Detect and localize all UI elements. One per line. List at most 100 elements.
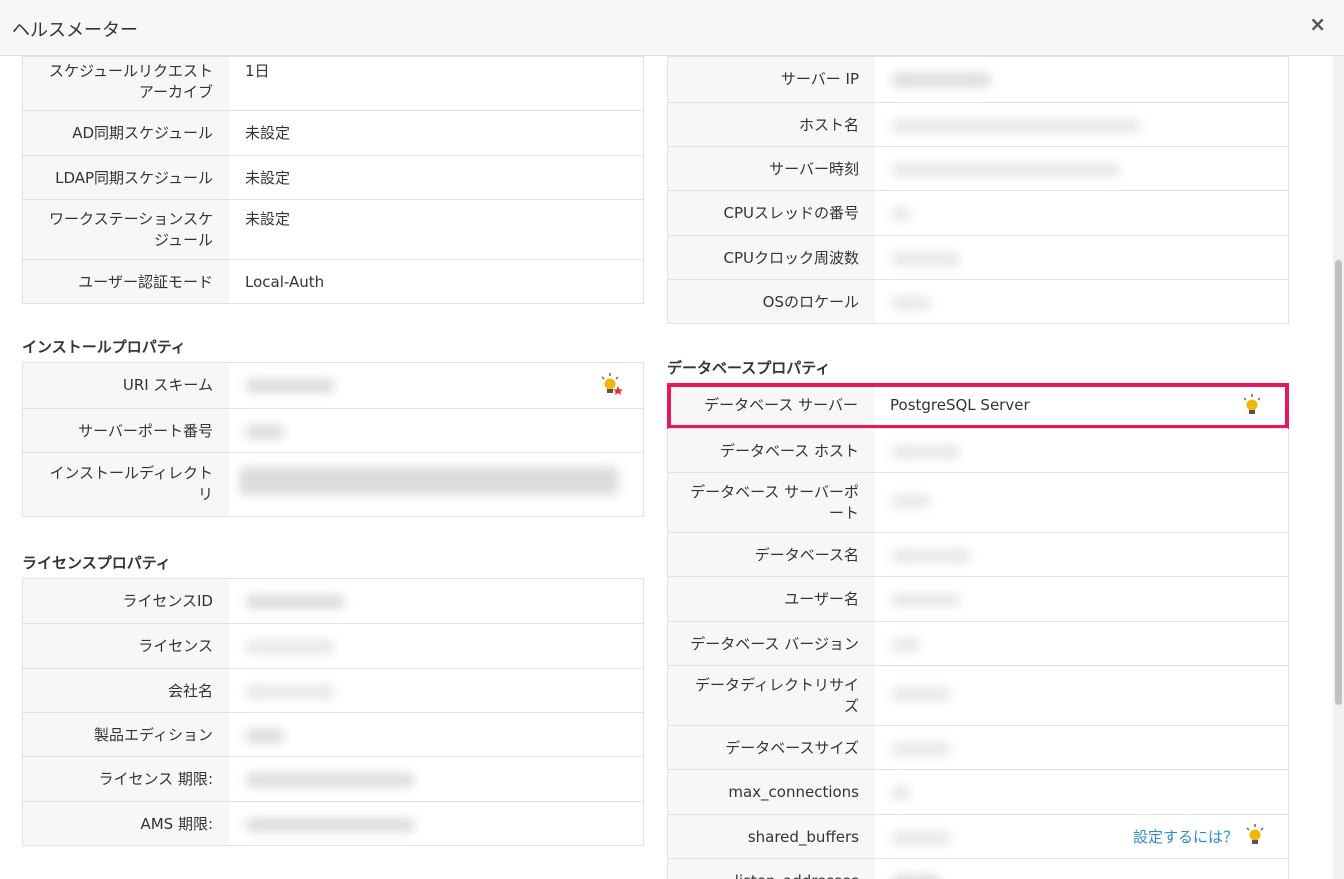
row-value: 未設定 — [245, 124, 291, 142]
row-value — [875, 622, 1288, 665]
scrollbar-thumb[interactable] — [1335, 260, 1342, 705]
row-value: 1日 — [245, 62, 270, 80]
row-value — [229, 624, 643, 668]
redacted-value — [891, 251, 961, 266]
redacted-value — [891, 592, 961, 607]
redacted-value — [891, 493, 931, 508]
row-label: ライセンス 期限: — [23, 757, 229, 801]
table-row: ライセンス 期限: — [23, 756, 643, 801]
install-properties-table: URI スキーム サーバーポート番号 インストールディレクト リ — [22, 362, 644, 517]
table-row: AD同期スケジュール 未設定 — [23, 110, 643, 155]
dialog-header: ヘルスメーター × — [0, 0, 1344, 56]
redacted-value — [891, 118, 1141, 133]
row-label: AD同期スケジュール — [23, 111, 229, 155]
row-label: ユーザー名 — [668, 577, 875, 621]
row-label: データベース サーバーポ ート — [668, 473, 875, 532]
lightbulb-icon[interactable] — [1241, 393, 1263, 419]
table-row: データベース サーバーポ ート — [668, 472, 1288, 532]
row-label: サーバー IP — [668, 57, 875, 102]
row-value: 設定するには？ — [875, 815, 1288, 858]
redacted-value — [245, 817, 415, 832]
row-value — [875, 666, 1288, 725]
license-properties-title: ライセンスプロパティ — [22, 554, 171, 572]
how-to-configure-link[interactable]: 設定するには？ — [1133, 827, 1238, 848]
redacted-value — [245, 639, 335, 654]
table-row: CPUクロック周波数 — [668, 235, 1288, 279]
row-label: URI スキーム — [23, 363, 229, 408]
table-row: OSのロケール — [668, 279, 1288, 323]
table-row: インストールディレクト リ — [23, 452, 643, 516]
row-label: 製品エディション — [23, 713, 229, 756]
database-server-value: PostgreSQL Server — [890, 396, 1030, 414]
row-value: 未設定 — [245, 210, 291, 228]
row-value — [229, 802, 643, 845]
row-label: OSのロケール — [668, 280, 875, 323]
row-label: データベース バージョン — [668, 622, 875, 665]
row-value — [229, 669, 643, 712]
redacted-value — [891, 444, 961, 459]
row-label: スケジュールリクエスト アーカイブ — [23, 57, 229, 110]
redacted-value — [891, 874, 941, 879]
row-label: データベース ホスト — [668, 429, 875, 472]
row-value — [229, 363, 643, 408]
row-value — [875, 57, 1288, 102]
row-label: CPUスレッドの番号 — [668, 191, 875, 235]
table-row: 製品エディション — [23, 712, 643, 756]
row-value — [875, 103, 1288, 146]
table-row: CPUスレッドの番号 — [668, 190, 1288, 235]
table-row: ホスト名 — [668, 102, 1288, 146]
table-row: サーバー IP — [668, 57, 1288, 102]
redacted-value — [891, 548, 971, 563]
row-label: データベースサイズ — [668, 726, 875, 769]
redacted-value — [891, 162, 1121, 177]
scrollbar[interactable] — [1333, 56, 1344, 879]
row-label: サーバーポート番号 — [23, 409, 229, 452]
row-label: max_connections — [668, 770, 875, 814]
redacted-value — [891, 206, 911, 221]
row-label: ホスト名 — [668, 103, 875, 146]
close-icon[interactable]: × — [1309, 12, 1326, 36]
redacted-value — [891, 741, 951, 756]
table-row: ワークステーションスケ ジュール 未設定 — [23, 199, 643, 259]
table-row: データベース バージョン — [668, 621, 1288, 665]
server-properties-table: サーバー IP ホスト名 サーバー時刻 CPUスレッドの番号 CPUクロック周波… — [667, 56, 1289, 324]
redacted-value — [239, 467, 619, 495]
row-value: PostgreSQL Server — [874, 387, 1285, 425]
row-value — [875, 236, 1288, 279]
table-row: データベースサイズ — [668, 725, 1288, 769]
row-value — [875, 770, 1288, 814]
table-row: スケジュールリクエスト アーカイブ 1日 — [23, 57, 643, 110]
row-label: データベース名 — [668, 533, 875, 576]
row-value — [229, 579, 643, 623]
lightbulb-star-icon[interactable] — [599, 372, 625, 398]
row-value — [875, 859, 1288, 879]
row-value — [875, 147, 1288, 190]
row-label: shared_buffers — [668, 815, 875, 858]
lightbulb-icon[interactable] — [1244, 823, 1266, 849]
redacted-value — [891, 686, 951, 701]
table-row: サーバー時刻 — [668, 146, 1288, 190]
table-row: AMS 期限: — [23, 801, 643, 845]
row-value — [875, 429, 1288, 472]
row-value: Local-Auth — [245, 273, 325, 291]
row-label: 会社名 — [23, 669, 229, 712]
row-value — [229, 757, 643, 801]
redacted-value — [245, 594, 345, 609]
redacted-value — [891, 637, 921, 652]
row-label: データベース サーバー — [671, 387, 874, 425]
table-row: ユーザー名 — [668, 576, 1288, 621]
table-row-highlighted: データベース サーバー PostgreSQL Server — [667, 383, 1289, 429]
license-properties-table: ライセンスID ライセンス 会社名 製品エディション ライセンス 期限: AMS… — [22, 578, 644, 846]
row-label: AMS 期限: — [23, 802, 229, 845]
row-value — [875, 473, 1288, 532]
dialog-title: ヘルスメーター — [12, 20, 138, 41]
row-label: CPUクロック周波数 — [668, 236, 875, 279]
redacted-value — [891, 830, 951, 845]
row-value — [875, 726, 1288, 769]
row-value — [875, 533, 1288, 576]
row-label: LDAP同期スケジュール — [23, 156, 229, 199]
table-row: ライセンスID — [23, 579, 643, 623]
row-value — [875, 280, 1288, 323]
table-row: shared_buffers 設定するには？ — [668, 814, 1288, 858]
table-row: データディレクトリサイ ズ — [668, 665, 1288, 725]
